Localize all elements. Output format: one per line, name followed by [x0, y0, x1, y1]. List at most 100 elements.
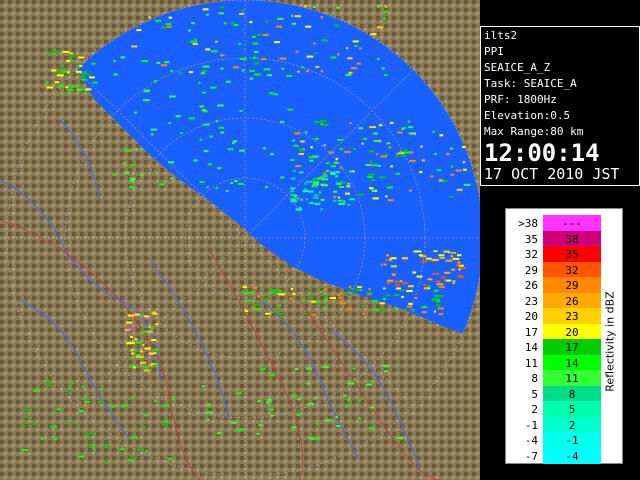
echo-pixel: [46, 384, 51, 387]
echo-pixel: [408, 126, 413, 129]
echo-pixel: [168, 457, 173, 460]
echo-pixel: [309, 437, 314, 440]
echo-pixel: [324, 298, 328, 301]
echo-pixel: [330, 165, 336, 168]
echo-pixel: [75, 85, 79, 88]
echo-pixel: [85, 73, 92, 76]
echo-pixel: [145, 366, 149, 369]
echo-pixel: [21, 449, 28, 451]
echo-pixel: [450, 255, 453, 258]
echo-pixel: [397, 131, 403, 134]
echo-pixel: [304, 131, 308, 134]
echo-pixel: [416, 275, 423, 278]
echo-pixel: [150, 128, 158, 131]
echo-pixel: [321, 178, 329, 181]
echo-pixel: [452, 280, 456, 283]
echo-pixel: [239, 149, 245, 152]
echo-pixel: [241, 9, 245, 12]
echo-pixel: [70, 59, 73, 62]
echo-pixel: [265, 185, 268, 188]
echo-pixel: [323, 144, 326, 147]
echo-pixel: [431, 299, 438, 302]
echo-pixel: [305, 180, 313, 183]
echo-pixel: [351, 67, 358, 70]
echo-pixel: [280, 176, 284, 179]
echo-pixel: [311, 185, 314, 188]
echo-pixel: [396, 437, 403, 439]
legend-row: 35 38: [510, 230, 601, 248]
legend-lower-bound: -4: [524, 434, 538, 447]
echo-pixel: [103, 444, 110, 447]
echo-pixel: [349, 287, 355, 290]
echo-pixel: [201, 91, 206, 94]
echo-pixel: [152, 349, 159, 352]
echo-pixel: [68, 54, 75, 57]
echo-pixel: [233, 24, 239, 26]
echo-pixel: [254, 62, 260, 65]
echo-pixel: [342, 201, 346, 204]
echo-pixel: [438, 254, 445, 257]
echo-pixel: [347, 399, 351, 401]
echo-pixel: [458, 276, 464, 279]
echo-pixel: [130, 456, 138, 459]
echo-pixel: [386, 282, 391, 285]
echo-pixel: [127, 459, 133, 462]
legend-row: 25: [510, 401, 601, 418]
echo-pixel: [389, 121, 394, 124]
echo-pixel: [378, 164, 381, 167]
echo-pixel: [235, 429, 240, 432]
echo-pixel: [210, 86, 217, 89]
echo-pixel: [326, 162, 330, 165]
echo-pixel: [257, 295, 260, 298]
echo-pixel: [369, 150, 374, 153]
echo-pixel: [290, 200, 298, 203]
echo-pixel: [430, 175, 434, 178]
echo-pixel: [384, 73, 388, 76]
echo-pixel: [458, 268, 461, 271]
echo-pixel: [291, 15, 294, 17]
echo-pixel: [154, 170, 157, 173]
echo-pixel: [372, 300, 378, 303]
echo-pixel: [300, 198, 303, 201]
echo-pixel: [318, 191, 322, 194]
echo-pixel: [141, 330, 148, 333]
echo-pixel: [399, 150, 403, 153]
echo-pixel: [299, 148, 303, 151]
echo-pixel: [344, 150, 351, 153]
echo-pixel: [418, 254, 423, 257]
echo-pixel: [461, 146, 467, 148]
echo-pixel: [304, 5, 307, 8]
echo-pixel: [333, 199, 337, 202]
echo-pixel: [394, 294, 400, 296]
echo-pixel: [295, 368, 299, 370]
legend-upper-bound: 5: [568, 403, 576, 416]
echo-pixel: [203, 150, 209, 153]
echo-pixel: [438, 285, 445, 288]
echo-pixel: [328, 151, 335, 154]
echo-pixel: [262, 147, 266, 150]
echo-pixel: [127, 327, 134, 330]
echo-pixel: [143, 99, 150, 102]
echo-pixel: [206, 418, 210, 421]
echo-pixel: [378, 124, 383, 127]
echo-pixel: [76, 70, 82, 73]
echo-pixel: [137, 448, 144, 451]
echo-pixel: [433, 310, 436, 313]
echo-pixel: [422, 283, 427, 286]
echo-pixel: [357, 286, 362, 289]
echo-pixel: [56, 74, 64, 77]
echo-pixel: [191, 22, 195, 25]
product-name: SEAICE_A_Z: [484, 61, 551, 74]
echo-pixel: [362, 312, 366, 315]
echo-pixel: [130, 356, 135, 359]
echo-pixel: [140, 174, 144, 177]
echo-pixel: [291, 177, 296, 180]
echo-pixel: [314, 121, 320, 123]
echo-pixel: [446, 153, 450, 156]
echo-pixel: [257, 400, 262, 403]
echo-pixel: [280, 120, 285, 123]
echo-pixel: [127, 314, 134, 317]
echo-pixel: [438, 179, 444, 182]
echo-pixel: [367, 173, 375, 176]
echo-pixel: [433, 250, 438, 253]
